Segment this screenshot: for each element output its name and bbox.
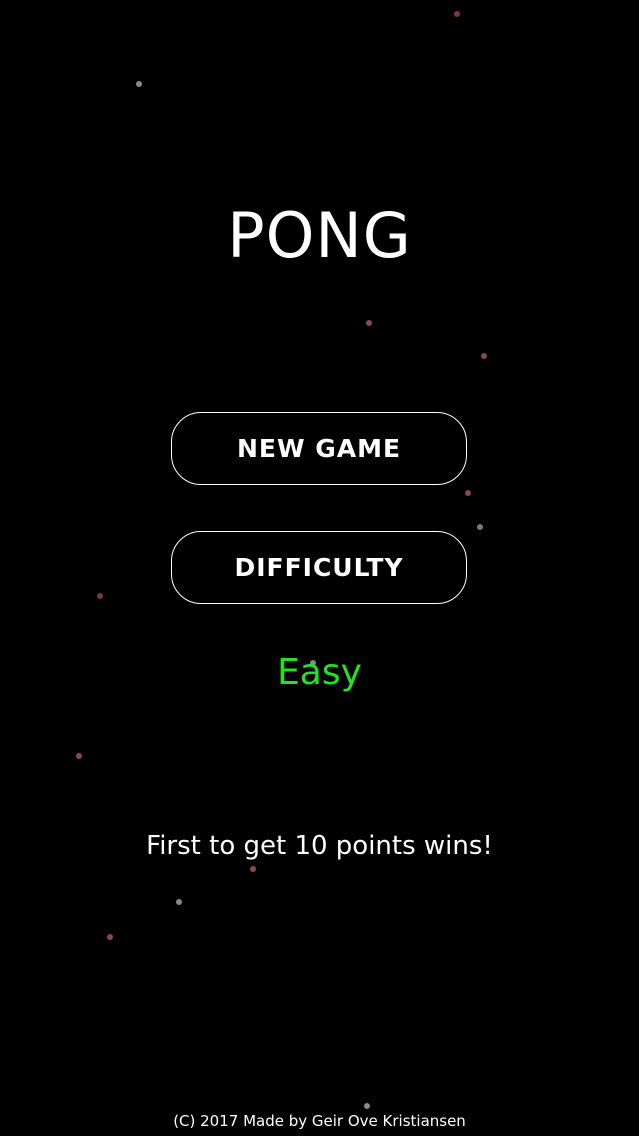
background-particle — [250, 866, 256, 872]
new-game-button[interactable]: NEW GAME — [171, 412, 467, 485]
background-particle — [176, 899, 182, 905]
background-particle — [366, 320, 372, 326]
background-particle — [477, 524, 483, 530]
background-particle — [107, 934, 113, 940]
background-particle — [481, 353, 487, 359]
background-particle — [97, 593, 103, 599]
rules-text: First to get 10 points wins! — [146, 831, 493, 861]
background-particle — [465, 490, 471, 496]
background-particle — [136, 81, 142, 87]
background-particle — [76, 753, 82, 759]
difficulty-button[interactable]: DIFFICULTY — [171, 531, 467, 604]
difficulty-label: DIFFICULTY — [234, 553, 404, 582]
difficulty-value: Easy — [277, 652, 362, 693]
background-particle — [454, 11, 460, 17]
copyright-text: (C) 2017 Made by Geir Ove Kristiansen — [173, 1112, 466, 1130]
new-game-label: NEW GAME — [236, 434, 402, 463]
game-title: PONG — [227, 199, 412, 272]
